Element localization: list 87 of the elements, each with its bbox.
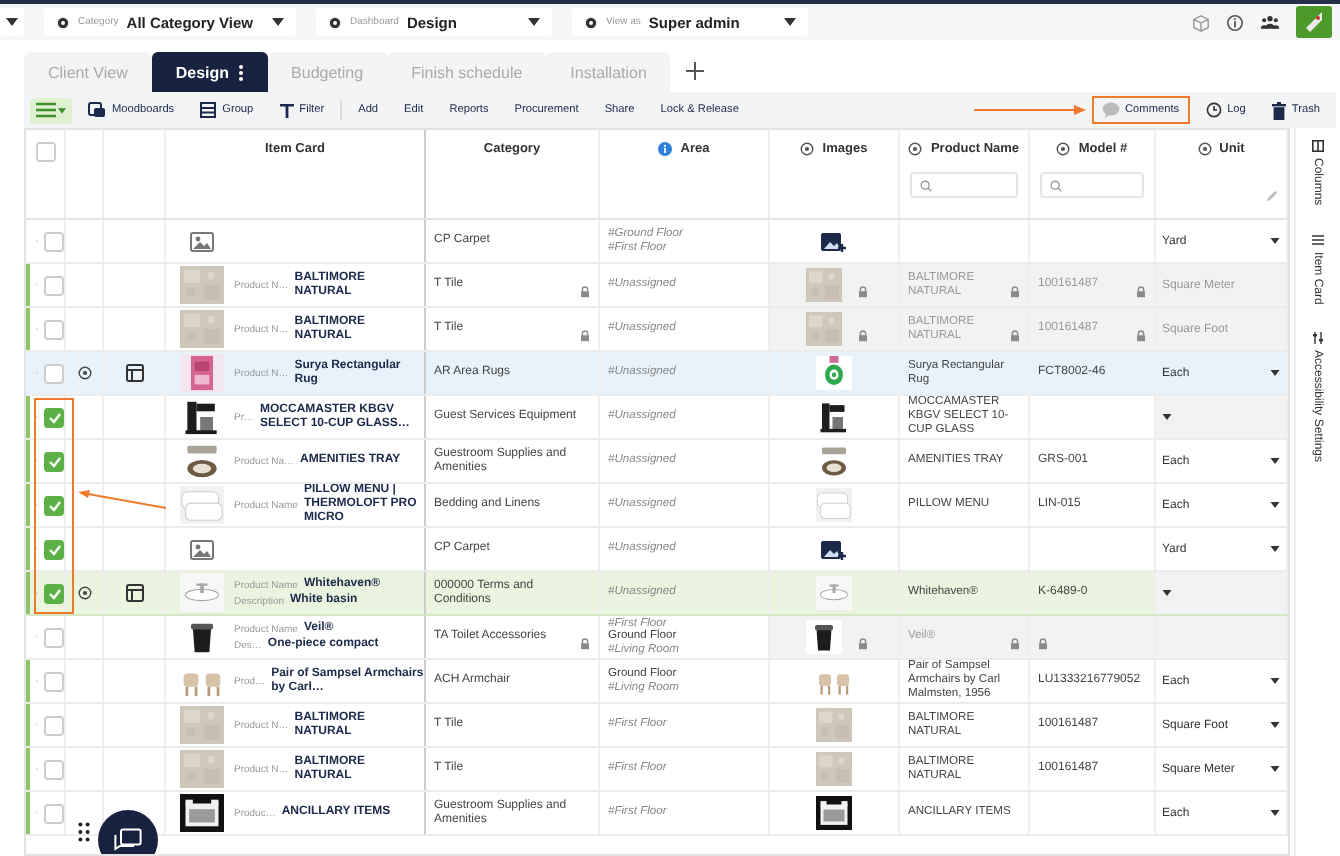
search-icon — [1050, 179, 1062, 191]
people-icon[interactable] — [1260, 14, 1280, 30]
row-checkbox[interactable] — [44, 319, 64, 339]
eye-icon[interactable] — [1056, 142, 1071, 156]
add-image-icon[interactable] — [820, 537, 848, 561]
gear-icon — [584, 15, 598, 29]
filter-icon — [279, 103, 294, 117]
lock-icon — [580, 638, 590, 650]
menu-icon — [36, 102, 56, 118]
drag-dots-icon[interactable] — [78, 822, 90, 842]
image-placeholder-icon — [190, 231, 214, 251]
caret-icon — [528, 18, 540, 26]
search-field[interactable] — [910, 172, 1018, 198]
annotation-arrow — [78, 490, 166, 510]
lock-icon — [857, 638, 867, 650]
card-icon[interactable] — [125, 364, 143, 382]
row-checkbox[interactable] — [44, 231, 64, 251]
caret-icon — [784, 18, 796, 26]
chat-icon — [114, 827, 142, 853]
comment-icon — [1101, 102, 1120, 118]
search-field[interactable] — [1040, 172, 1144, 198]
caret-icon — [1270, 502, 1280, 508]
cube-icon[interactable] — [1192, 13, 1210, 31]
caret-icon — [1270, 238, 1280, 244]
caret-icon — [6, 18, 18, 26]
sliders-icon — [1311, 332, 1323, 345]
caret-icon — [1270, 766, 1280, 772]
lock-icon — [580, 330, 590, 342]
row-checkbox[interactable] — [44, 363, 64, 383]
filter-dropdown[interactable] — [0, 8, 24, 36]
caret-icon — [1270, 810, 1280, 816]
lock-icon — [857, 286, 867, 298]
row-checkbox[interactable] — [44, 539, 64, 559]
image-placeholder-icon — [190, 539, 214, 559]
row-checkbox[interactable] — [44, 583, 64, 603]
pencil-icon[interactable] — [1266, 190, 1278, 202]
row-checkbox[interactable] — [44, 759, 64, 779]
search-icon — [920, 179, 932, 191]
info-icon[interactable] — [1226, 13, 1244, 31]
columns-icon — [1311, 140, 1323, 152]
add-image-icon[interactable] — [820, 229, 848, 253]
row-checkbox[interactable] — [44, 715, 64, 735]
lock-icon — [1136, 286, 1146, 298]
list-icon — [1311, 233, 1323, 246]
row-checkbox[interactable] — [44, 275, 64, 295]
lock-icon — [857, 330, 867, 342]
list-icon — [200, 102, 217, 118]
card-icon[interactable] — [125, 584, 143, 602]
kebab-icon[interactable] — [237, 63, 244, 81]
add-tab-icon[interactable] — [686, 62, 705, 80]
row-checkbox[interactable] — [44, 627, 64, 647]
caret-icon — [1270, 678, 1280, 684]
lock-icon — [1010, 638, 1020, 650]
expand-icon[interactable] — [77, 366, 91, 380]
eye-icon[interactable] — [800, 142, 815, 156]
lock-icon — [580, 286, 590, 298]
lock-icon — [1136, 330, 1146, 342]
caret-icon — [1162, 414, 1172, 420]
caret-icon — [1270, 546, 1280, 552]
view-menu-button[interactable] — [30, 97, 72, 123]
avatar-icon[interactable] — [1296, 6, 1332, 38]
lock-icon — [1010, 286, 1020, 298]
select-all-checkbox[interactable] — [35, 142, 55, 162]
info-icon[interactable] — [658, 142, 673, 156]
row-checkbox[interactable] — [44, 803, 64, 823]
row-checkbox[interactable] — [44, 495, 64, 515]
gear-icon — [328, 15, 342, 29]
annotation-arrow — [973, 104, 1086, 116]
tab[interactable]: Design — [151, 52, 268, 92]
expand-icon[interactable] — [77, 586, 91, 600]
eye-icon[interactable] — [908, 142, 923, 156]
caret-icon — [272, 18, 284, 26]
eye-icon[interactable] — [1197, 142, 1212, 156]
gear-icon — [56, 15, 70, 29]
caret-icon — [1270, 722, 1280, 728]
moodboard-icon — [88, 102, 106, 118]
caret-icon — [1162, 590, 1172, 596]
lock-icon — [1038, 638, 1048, 650]
caret-icon — [58, 107, 66, 113]
trash-icon — [1271, 101, 1286, 119]
row-checkbox[interactable] — [44, 671, 64, 691]
history-icon — [1205, 102, 1222, 118]
row-checkbox[interactable] — [44, 407, 64, 427]
row-checkbox[interactable] — [44, 451, 64, 471]
lock-icon — [1010, 330, 1020, 342]
caret-icon — [1270, 370, 1280, 376]
caret-icon — [1270, 458, 1280, 464]
